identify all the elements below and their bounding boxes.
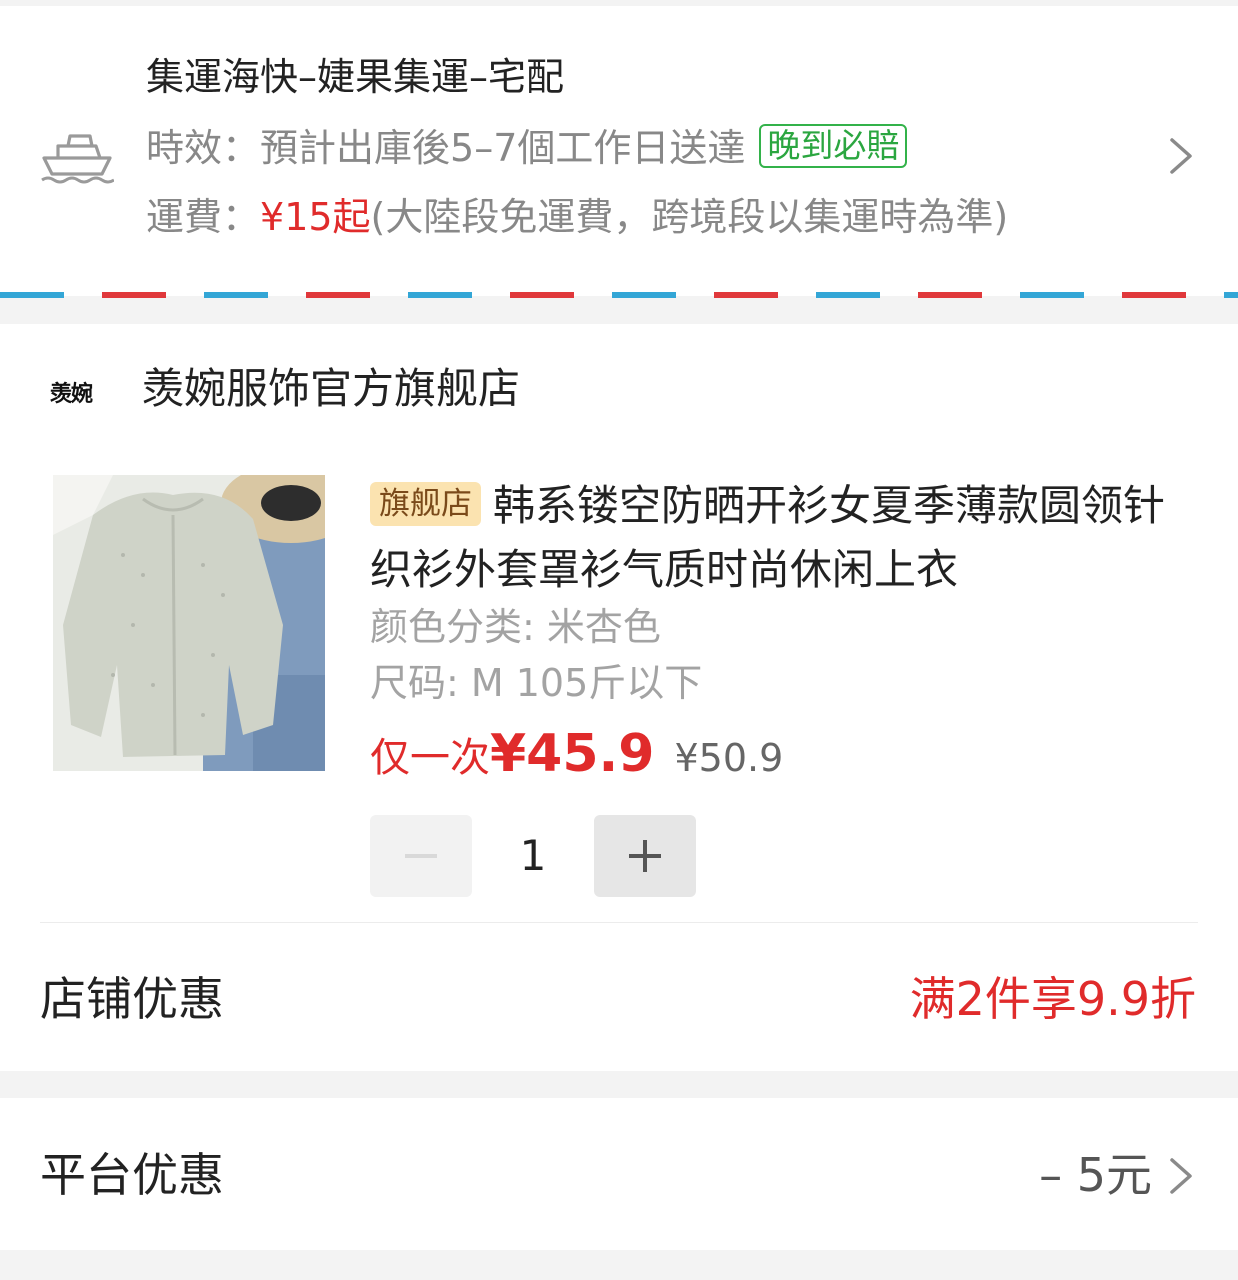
product-title-block[interactable]: 旗舰店 韩系镂空防晒开衫女夏季薄款圆领针织衫外套罩衫气质时尚休闲上衣 [370,474,1190,602]
quantity-value[interactable]: 1 [472,815,594,897]
shipping-method: 集運海快–婕果集運–宅配 [146,55,565,99]
chevron-right-icon[interactable] [1168,1156,1194,1196]
quantity-decrease-button[interactable] [370,815,472,897]
store-discount-label: 店铺优惠 [40,972,224,1026]
cardigan-photo [53,475,325,771]
flagship-badge: 旗舰店 [370,482,481,526]
fee-value: ¥15起 [260,195,371,239]
fee-note: (大陸段免運費，跨境段以集運時為準) [370,195,1009,239]
airmail-divider [0,292,1238,298]
price-current: ¥45.9 [490,724,655,784]
shipping-section[interactable]: 集運海快–婕果集運–宅配 時效：預計出庫後5–7個工作日送達 晚到必賠 運費：¥1… [0,6,1238,296]
late-guarantee-badge: 晚到必賠 [759,124,908,168]
shipping-fee: 運費：¥15起(大陸段免運費，跨境段以集運時為準) [146,194,1008,240]
eta-value: 預計出庫後5–7個工作日送達 [260,126,746,170]
product-spec-size[interactable]: 尺码: M 105斤以下 [370,660,702,706]
product-image[interactable] [53,475,325,771]
product-spec-color[interactable]: 颜色分类: 米杏色 [370,604,661,650]
price-original: ¥50.9 [674,736,784,780]
quantity-increase-button[interactable] [594,815,696,897]
divider [40,922,1198,923]
store-section: 羡婉 羡婉服饰官方旗舰店 旗舰店 韩系镂空防晒开衫女夏季薄款圆领针织衫外套罩衫气… [0,324,1238,1071]
ship-icon [41,134,114,184]
product-title: 韩系镂空防晒开衫女夏季薄款圆领针织衫外套罩衫气质时尚休闲上衣 [370,481,1166,594]
store-discount-value[interactable]: 满2件享9.9折 [910,972,1196,1026]
price-label: 仅一次 [370,735,490,781]
price-row: 仅一次¥45.9 ¥50.9 [370,724,783,784]
plus-icon-vertical [643,840,647,872]
order-confirm-page: 集運海快–婕果集運–宅配 時效：預計出庫後5–7個工作日送達 晚到必賠 運費：¥1… [0,0,1238,1280]
store-name[interactable]: 羡婉服饰官方旗舰店 [142,364,520,414]
platform-discount-label: 平台优惠 [40,1148,224,1202]
platform-discount-row[interactable]: 平台优惠 – 5元 [0,1098,1238,1250]
platform-discount-value: – 5元 [1039,1148,1152,1202]
chevron-right-icon[interactable] [1168,136,1194,176]
eta-label: 時效： [146,126,261,170]
store-logo[interactable]: 羡婉 [50,376,93,408]
fee-label: 運費： [146,195,261,239]
shipping-eta: 時效：預計出庫後5–7個工作日送達 晚到必賠 [146,124,908,171]
minus-icon [405,854,437,858]
